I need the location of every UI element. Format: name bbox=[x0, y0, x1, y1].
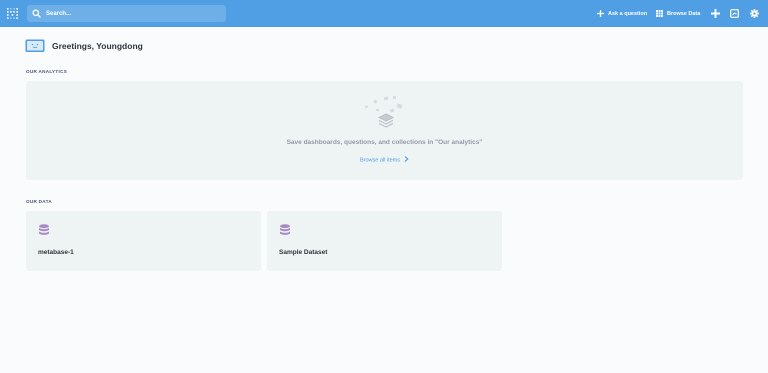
browse-data-label: Browse Data bbox=[667, 10, 701, 17]
ask-question-icon bbox=[597, 10, 604, 17]
search-placeholder: Search... bbox=[46, 10, 72, 17]
empty-collection-icon bbox=[362, 90, 410, 138]
our-data-heading: OUR DATA bbox=[26, 199, 52, 204]
search-input[interactable]: Search... bbox=[27, 5, 226, 22]
our-analytics-panel: Save dashboards, questions, and collecti… bbox=[26, 81, 743, 180]
new-button[interactable] bbox=[711, 9, 724, 18]
database-name: metabase-1 bbox=[38, 249, 74, 256]
database-card-metabase-1[interactable]: metabase-1 bbox=[26, 211, 261, 271]
database-card-sample-dataset[interactable]: Sample Dataset bbox=[267, 211, 502, 271]
database-icon bbox=[279, 223, 291, 235]
metabase-logo-icon[interactable] bbox=[6, 7, 19, 20]
top-nav-bar: Search... Ask a question Browse Data bbox=[0, 0, 768, 27]
dashboard-icon bbox=[730, 9, 739, 18]
plus-icon bbox=[711, 9, 720, 18]
browse-all-items-link[interactable]: Browse all items bbox=[26, 156, 743, 164]
browse-data-icon bbox=[656, 10, 663, 17]
browse-all-items-label: Browse all items bbox=[359, 157, 401, 164]
browse-data-button[interactable]: Browse Data bbox=[656, 10, 700, 17]
gear-icon bbox=[750, 9, 759, 18]
settings-button[interactable] bbox=[750, 9, 763, 18]
our-analytics-heading: OUR ANALYTICS bbox=[26, 69, 68, 74]
ask-question-label: Ask a question bbox=[608, 10, 648, 17]
dashboard-button[interactable] bbox=[730, 9, 743, 18]
chevron-right-icon bbox=[404, 156, 409, 164]
greeting-title: Greetings, Youngdong bbox=[52, 41, 143, 51]
search-icon bbox=[32, 9, 41, 18]
greeting-bot-icon bbox=[25, 39, 45, 53]
database-name: Sample Dataset bbox=[279, 249, 328, 256]
ask-question-button[interactable]: Ask a question bbox=[597, 10, 647, 17]
database-icon bbox=[38, 223, 50, 235]
empty-collection-message: Save dashboards, questions, and collecti… bbox=[286, 139, 483, 146]
